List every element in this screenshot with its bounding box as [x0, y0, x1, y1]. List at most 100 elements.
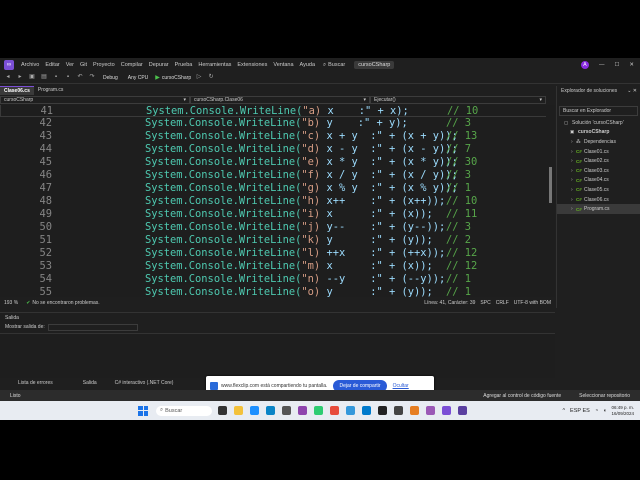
chrome-icon[interactable]	[330, 406, 339, 415]
terminal-icon[interactable]	[394, 406, 403, 415]
project-dropdown[interactable]: cursoCSharp ▾	[0, 96, 190, 104]
tab-error-list[interactable]: Lista de errores	[0, 380, 65, 386]
pin-icon[interactable]: ⌄ ✕	[627, 88, 637, 94]
save-icon[interactable]: ▪	[52, 74, 60, 81]
menu-compilar[interactable]: Compilar	[118, 62, 146, 68]
tree-item[interactable]: › C# Clase03.cs	[557, 166, 640, 176]
menu-editar[interactable]: Editar	[42, 62, 62, 68]
tree-item[interactable]: › C# Clase05.cs	[557, 185, 640, 195]
edge-icon[interactable]	[266, 406, 275, 415]
back-icon[interactable]: ◂	[4, 74, 12, 81]
editor-scrollbar[interactable]	[546, 105, 555, 297]
language-indicator[interactable]: ESP ES	[570, 408, 590, 414]
avatar[interactable]: A	[580, 61, 589, 69]
tree-item[interactable]: › C# Clase02.cs	[557, 156, 640, 166]
visual-studio-icon[interactable]	[442, 406, 451, 415]
zoom-level[interactable]: 193 %	[4, 300, 18, 306]
hot-reload-icon[interactable]: ↻	[207, 74, 215, 81]
menu-archivo[interactable]: Archivo	[18, 62, 42, 68]
taskbar-search[interactable]: ⌕ Buscar	[156, 405, 212, 416]
menu-ver[interactable]: Ver	[63, 62, 77, 68]
tree-item[interactable]: › C# Clase06.cs	[557, 195, 640, 205]
code-line[interactable]: 47 System.Console.WriteLine("g) x % y :" …	[0, 182, 555, 195]
code-line[interactable]: 45 System.Console.WriteLine("e) x * y :" …	[0, 156, 555, 169]
menu-git[interactable]: Git	[77, 62, 90, 68]
app-icon[interactable]	[298, 406, 307, 415]
new-item-icon[interactable]: ▣	[28, 74, 36, 81]
menu-extensiones[interactable]: Extensiones	[234, 62, 270, 68]
tab-csharp-interactive[interactable]: C# interactivo (.NET Core)	[109, 380, 186, 386]
tree-item[interactable]: › C# Clase01.cs	[557, 147, 640, 157]
config-dropdown[interactable]: Debug	[100, 75, 121, 81]
menu-herramientas[interactable]: Herramientas	[195, 62, 234, 68]
close-icon[interactable]: ✕	[629, 62, 634, 68]
line-ending[interactable]: CRLF	[496, 300, 509, 306]
menu-proyecto[interactable]: Proyecto	[90, 62, 118, 68]
tab-clase06[interactable]: Clase06.cs	[0, 86, 34, 95]
code-line[interactable]: 51 System.Console.WriteLine("k) y :" + (y…	[0, 234, 555, 247]
class-dropdown[interactable]: cursoCSharp.Clase06 ▾	[190, 96, 370, 104]
tree-item[interactable]: › C# Clase04.cs	[557, 176, 640, 186]
code-line[interactable]: 48 System.Console.WriteLine("h) x++ :" + …	[0, 195, 555, 208]
code-line[interactable]: 41 System.Console.WriteLine("a) x :" + x)…	[0, 105, 555, 117]
code-line[interactable]: 54 System.Console.WriteLine("n) --y :" + …	[0, 273, 555, 286]
code-line[interactable]: 44 System.Console.WriteLine("d) x - y :" …	[0, 143, 555, 156]
solution-search-input[interactable]: Buscar en Explorador	[559, 106, 638, 116]
select-repository[interactable]: Seleccionar repositorio	[579, 393, 630, 399]
scrollbar-thumb[interactable]	[549, 167, 552, 203]
platform-dropdown[interactable]: Any CPU	[125, 75, 152, 81]
app-icon[interactable]	[346, 406, 355, 415]
undo-icon[interactable]: ↶	[76, 74, 84, 81]
menu-ventana[interactable]: Ventana	[270, 62, 296, 68]
code-line[interactable]: 49 System.Console.WriteLine("i) x :" + (x…	[0, 208, 555, 221]
menu-depurar[interactable]: Depurar	[146, 62, 172, 68]
code-editor[interactable]: 55 System.Console.WriteLine("o) y :" + (y…	[0, 105, 555, 297]
visual-studio-logo-icon[interactable]: ∞	[4, 60, 14, 70]
start-button-icon[interactable]	[138, 405, 148, 416]
tree-item[interactable]: › ⁂ Dependencias	[557, 137, 640, 147]
encoding[interactable]: UTF-8 with BOM	[514, 300, 551, 306]
file-explorer-icon[interactable]	[234, 406, 243, 415]
vscode-icon[interactable]	[362, 406, 371, 415]
store-icon[interactable]	[250, 406, 259, 415]
code-line[interactable]: 43 System.Console.WriteLine("c) x + y :" …	[0, 130, 555, 143]
whitespace-mode[interactable]: SPC	[480, 300, 490, 306]
open-folder-icon[interactable]: ▤	[40, 74, 48, 81]
redo-icon[interactable]: ↷	[88, 74, 96, 81]
task-view-icon[interactable]	[218, 406, 227, 415]
run-button[interactable]: ▶ cursoCSharp	[155, 74, 191, 82]
app-icon[interactable]	[314, 406, 323, 415]
cursor-position[interactable]: Línea: 41, Carácter: 39	[424, 300, 475, 306]
volume-icon[interactable]: ◖	[603, 408, 606, 414]
hide-banner-link[interactable]: Ocultar	[393, 383, 409, 389]
run-without-debug-icon[interactable]: ▷	[195, 74, 203, 81]
minimize-icon[interactable]: —	[599, 62, 605, 68]
output-source-dropdown[interactable]	[47, 323, 138, 331]
tab-output[interactable]: Salida	[65, 380, 109, 386]
member-dropdown[interactable]: Ejecutar() ▾	[370, 96, 546, 104]
app-icon[interactable]	[426, 406, 435, 415]
code-line[interactable]: 52 System.Console.WriteLine("l) ++x :" + …	[0, 247, 555, 260]
chevron-up-icon[interactable]: ^	[562, 408, 565, 414]
app-icon[interactable]	[458, 406, 467, 415]
problems-status[interactable]: No se encontraron problemas.	[32, 300, 99, 306]
code-line[interactable]: 55 System.Console.WriteLine("o) y :" + (y…	[0, 286, 555, 297]
maximize-icon[interactable]: ☐	[614, 62, 619, 68]
clock[interactable]: 06:49 p. m. 16/09/2024	[611, 405, 634, 417]
tree-item[interactable]: › C# Program.cs	[557, 204, 640, 214]
code-line[interactable]: 46 System.Console.WriteLine("f) x / y :" …	[0, 169, 555, 182]
code-line[interactable]: 42 System.Console.WriteLine("b) y :" + y)…	[0, 117, 555, 130]
menu-prueba[interactable]: Prueba	[172, 62, 196, 68]
tree-item[interactable]: ▢ Solución 'cursoCSharp'	[557, 118, 640, 128]
app-icon[interactable]	[378, 406, 387, 415]
brave-icon[interactable]	[410, 406, 419, 415]
add-source-control[interactable]: Agregar al control de código fuente	[483, 393, 561, 399]
tree-item[interactable]: ▣ cursoCSharp	[557, 128, 640, 138]
wifi-icon[interactable]: ◔	[595, 408, 598, 414]
code-line[interactable]: 50 System.Console.WriteLine("j) y-- :" + …	[0, 221, 555, 234]
tab-program[interactable]: Program.cs	[34, 86, 68, 95]
app-icon[interactable]	[282, 406, 291, 415]
forward-icon[interactable]: ▸	[16, 74, 24, 81]
search-menu[interactable]: ⌕ Buscar	[320, 62, 348, 69]
menu-ayuda[interactable]: Ayuda	[297, 62, 319, 68]
